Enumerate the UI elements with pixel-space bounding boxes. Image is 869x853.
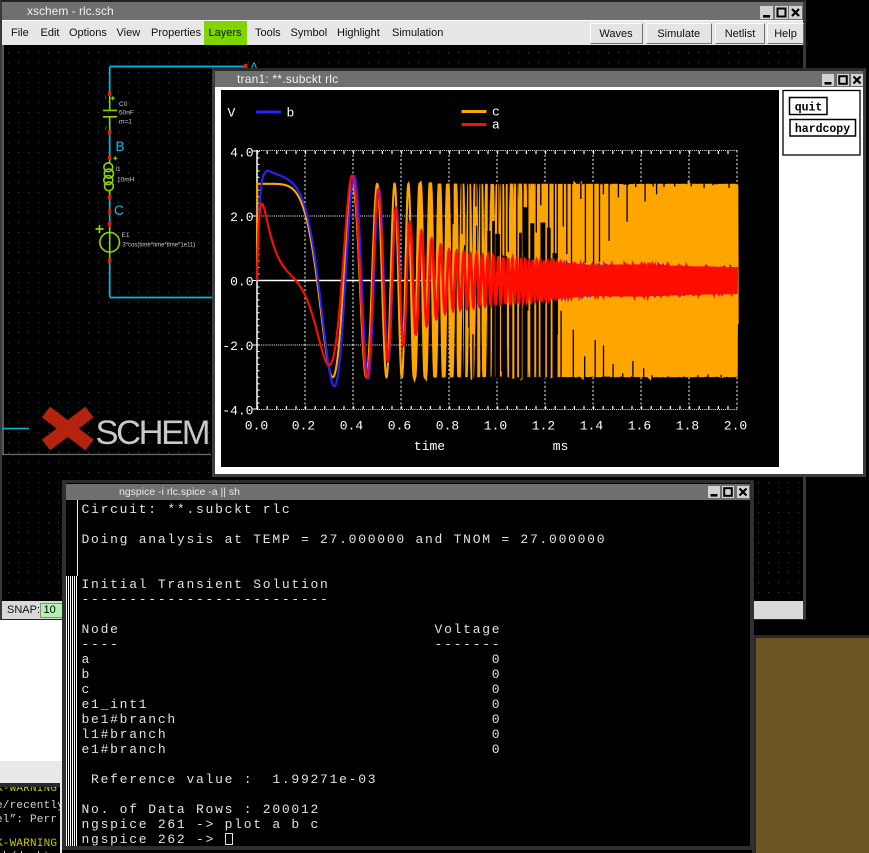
- svg-text:V: V: [228, 106, 236, 121]
- svg-text:1.2: 1.2: [532, 419, 555, 434]
- svg-text:1.0: 1.0: [484, 419, 507, 434]
- svg-text:b: b: [287, 106, 295, 121]
- svg-text:B: B: [116, 139, 125, 154]
- svg-text:0.2: 0.2: [292, 419, 315, 434]
- svg-text:0.6: 0.6: [388, 419, 411, 434]
- svg-text:3*cos(time*time*time*1e11): 3*cos(time*time*time*1e11): [122, 242, 195, 248]
- svg-text:2.0: 2.0: [724, 419, 747, 434]
- svg-text:C0: C0: [119, 101, 128, 108]
- svg-text:50nF: 50nF: [119, 110, 134, 117]
- svg-text:-2.0: -2.0: [222, 339, 253, 354]
- svg-text:a: a: [492, 118, 500, 133]
- svg-text:time: time: [414, 439, 445, 454]
- svg-text:2.0: 2.0: [230, 210, 253, 225]
- svg-text:0.4: 0.4: [340, 419, 364, 434]
- svg-text:1.4: 1.4: [580, 419, 604, 434]
- svg-text:10mH: 10mH: [117, 177, 135, 184]
- svg-text:ms: ms: [553, 439, 569, 454]
- svg-text:hardcopy: hardcopy: [795, 123, 850, 136]
- svg-text:-4.0: -4.0: [222, 404, 253, 419]
- svg-text:0.8: 0.8: [436, 419, 459, 434]
- svg-text:m=1: m=1: [119, 119, 132, 126]
- svg-text:C: C: [114, 203, 124, 218]
- svg-text:4.0: 4.0: [230, 146, 253, 161]
- svg-text:1.6: 1.6: [628, 419, 651, 434]
- svg-text:SCHEM: SCHEM: [96, 414, 209, 452]
- svg-text:0.0: 0.0: [245, 419, 268, 434]
- svg-text:1.8: 1.8: [676, 419, 699, 434]
- svg-text:0.0: 0.0: [230, 275, 253, 290]
- svg-text:l1: l1: [116, 166, 121, 173]
- svg-text:E1: E1: [122, 232, 130, 239]
- svg-text:quit: quit: [795, 102, 823, 115]
